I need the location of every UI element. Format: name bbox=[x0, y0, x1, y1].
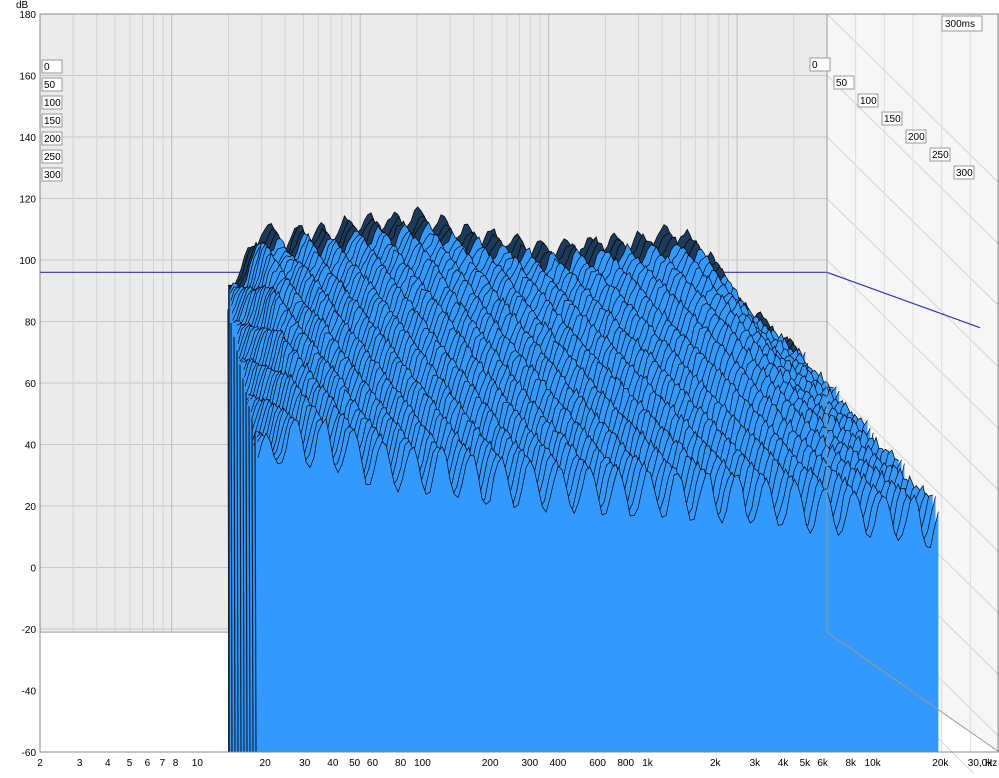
time-tag-label: 50 bbox=[44, 80, 56, 91]
time-tag-label: 200 bbox=[908, 132, 925, 143]
time-tag-label: 300 bbox=[44, 170, 61, 181]
time-tag-label: 100 bbox=[44, 98, 61, 109]
y-tick-label: 120 bbox=[19, 195, 36, 206]
y-tick-label: 180 bbox=[19, 10, 36, 21]
y-tick-label: -40 bbox=[22, 687, 37, 698]
x-tick-label: 40 bbox=[327, 758, 339, 769]
y-tick-label: 0 bbox=[30, 564, 36, 575]
x-tick-label: 30 bbox=[299, 758, 311, 769]
waterfall-chart: -60 -40 -20 0 20 40 60 80 100 120 140 160 180 dB 2 3 4 5 6… bbox=[0, 0, 999, 778]
time-tag-label: 150 bbox=[884, 114, 901, 125]
x-tick-label: 60 bbox=[367, 758, 379, 769]
x-tick-label: 200 bbox=[482, 758, 499, 769]
x-tick-label: 800 bbox=[617, 758, 634, 769]
y-tick-label: 20 bbox=[25, 502, 37, 513]
time-tag-label: 200 bbox=[44, 134, 61, 145]
y-axis-label: dB bbox=[16, 0, 29, 11]
x-tick-label: 3k bbox=[750, 758, 762, 769]
x-tick-label: 6 bbox=[145, 758, 151, 769]
x-tick-label: 10k bbox=[865, 758, 882, 769]
x-tick-label: 80 bbox=[395, 758, 407, 769]
x-tick-label: 8 bbox=[173, 758, 179, 769]
time-tag-label: 250 bbox=[44, 152, 61, 163]
x-tick-label: 6k bbox=[817, 758, 829, 769]
time-max-label: 300ms bbox=[945, 19, 975, 30]
x-tick-label: 20 bbox=[260, 758, 272, 769]
chart-svg: -60-40-20020406080100120140160180dB2 3 4 5 6… bbox=[16, 0, 999, 778]
x-tick-label: 8k bbox=[846, 758, 858, 769]
x-tick-label: 100 bbox=[414, 758, 431, 769]
time-tag-label: 0 bbox=[812, 60, 818, 71]
x-tick-label: 300 bbox=[521, 758, 538, 769]
y-tick-label: 160 bbox=[19, 72, 36, 83]
x-tick-label: 4 bbox=[105, 758, 111, 769]
time-tag-label: 100 bbox=[860, 96, 877, 107]
time-tag-label: 250 bbox=[932, 150, 949, 161]
x-tick-label: 5 bbox=[127, 758, 133, 769]
y-tick-label: 80 bbox=[25, 318, 37, 329]
y-tick-label: 140 bbox=[19, 133, 36, 144]
x-axis-label: Hz bbox=[985, 758, 997, 769]
time-tag-label: 300 bbox=[956, 168, 973, 179]
time-tag-label: 150 bbox=[44, 116, 61, 127]
x-tick-label: 1k bbox=[642, 758, 654, 769]
x-tick-label: 400 bbox=[550, 758, 567, 769]
x-tick-label: 4k bbox=[778, 758, 790, 769]
y-tick-label: -60 bbox=[22, 748, 37, 759]
x-tick-label: 600 bbox=[589, 758, 606, 769]
y-tick-label: 100 bbox=[19, 256, 36, 267]
y-tick-label: 40 bbox=[25, 441, 37, 452]
y-tick-label: -20 bbox=[22, 625, 37, 636]
floor-region bbox=[40, 632, 258, 752]
x-tick-label: 3 bbox=[77, 758, 83, 769]
x-tick-label: 2 bbox=[37, 758, 43, 769]
time-tag-label: 0 bbox=[44, 62, 50, 73]
y-tick-label: 60 bbox=[25, 379, 37, 390]
x-tick-label: 20k bbox=[932, 758, 949, 769]
x-tick-label: 7 bbox=[160, 758, 166, 769]
x-tick-label: 5k bbox=[800, 758, 812, 769]
x-tick-label: 2k bbox=[710, 758, 722, 769]
x-tick-label: 50 bbox=[349, 758, 361, 769]
time-tag-label: 50 bbox=[836, 78, 848, 89]
x-tick-label: 10 bbox=[192, 758, 204, 769]
